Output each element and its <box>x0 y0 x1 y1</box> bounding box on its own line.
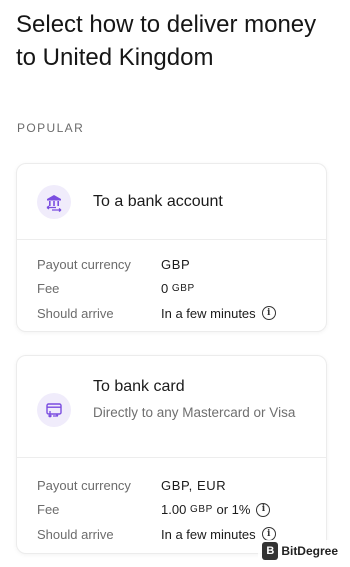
option-header: To bank card Directly to any Mastercard … <box>17 356 326 458</box>
detail-value: GBP <box>161 256 191 272</box>
fee-currency: GBP <box>171 283 195 295</box>
detail-label: Fee <box>37 281 60 297</box>
option-details: Payout currency GBP Fee 0 GBP Should arr… <box>37 252 316 326</box>
info-icon[interactable]: i <box>256 502 271 517</box>
option-details: Payout currency GBP, EUR Fee 1.00 GBP or… <box>37 473 316 547</box>
fee-amount: 0 <box>161 281 169 297</box>
option-bank-card[interactable]: To bank card Directly to any Mastercard … <box>16 355 327 554</box>
detail-value: 1.00 GBP or 1% i <box>161 502 271 518</box>
detail-value: In a few minutes i <box>161 306 276 321</box>
option-title: To a bank account <box>93 193 223 210</box>
page-title: Select how to deliver money to United Ki… <box>16 11 317 71</box>
detail-value: GBP, EUR <box>161 477 227 493</box>
watermark-text: BitDegree <box>281 544 338 558</box>
arrival-time: In a few minutes <box>161 305 256 321</box>
card-transfer-icon <box>37 393 71 427</box>
detail-label: Payout currency <box>37 256 131 272</box>
fee-amount: 1.00 <box>161 502 187 518</box>
detail-row-should-arrive: Should arrive In a few minutes i <box>37 301 316 326</box>
option-header: To a bank account <box>17 164 326 240</box>
section-label-popular: POPULAR <box>17 121 85 135</box>
bank-transfer-icon <box>37 185 71 219</box>
detail-value: In a few minutes i <box>161 527 276 542</box>
option-title: To bank card <box>93 378 185 395</box>
fee-currency: GBP <box>189 504 213 516</box>
detail-row-payout-currency: Payout currency GBP, EUR <box>37 473 316 498</box>
detail-row-fee: Fee 1.00 GBP or 1% i <box>37 498 316 523</box>
detail-row-payout-currency: Payout currency GBP <box>37 252 316 277</box>
detail-label: Should arrive <box>37 305 114 321</box>
detail-value: 0 GBP <box>161 281 195 296</box>
bitdegree-logo-icon: B <box>262 542 279 560</box>
watermark: B BitDegree <box>258 540 342 562</box>
detail-label: Fee <box>37 502 60 518</box>
detail-label: Payout currency <box>37 477 131 493</box>
detail-row-fee: Fee 0 GBP <box>37 277 316 302</box>
option-subtitle: Directly to any Mastercard or Visa <box>93 405 296 420</box>
detail-label: Should arrive <box>37 526 114 542</box>
fee-percent: or 1% <box>216 502 251 518</box>
option-bank-account[interactable]: To a bank account Payout currency GBP Fe… <box>16 163 327 332</box>
info-icon[interactable]: i <box>261 306 276 321</box>
arrival-time: In a few minutes <box>161 526 256 542</box>
